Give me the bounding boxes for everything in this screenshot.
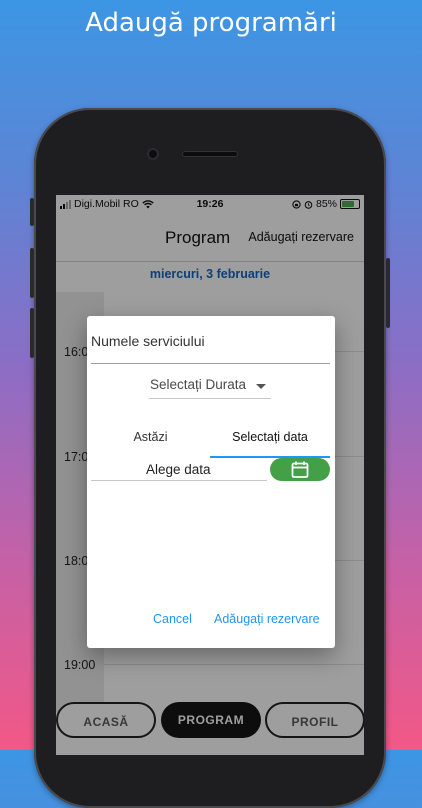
- duration-dropdown[interactable]: Selectați Durata: [149, 374, 271, 399]
- calendar-button[interactable]: [270, 458, 330, 481]
- calendar-icon: [291, 461, 309, 478]
- cancel-button[interactable]: Cancel: [153, 612, 192, 626]
- earpiece-speaker: [182, 151, 238, 157]
- dropdown-caret-icon: [256, 384, 266, 389]
- service-name-input[interactable]: Numele serviciului: [91, 330, 330, 364]
- front-camera: [147, 148, 159, 160]
- volume-down-button: [30, 308, 34, 358]
- promo-title: Adaugă programări: [85, 8, 337, 38]
- power-button: [386, 258, 390, 328]
- mute-switch: [30, 198, 34, 226]
- add-reservation-dialog: Numele serviciului Selectați Durata Astă…: [87, 316, 335, 648]
- tab-select-date[interactable]: Selectați data: [210, 424, 330, 458]
- add-reservation-button[interactable]: Adăugați rezervare: [214, 612, 320, 626]
- duration-placeholder: Selectați Durata: [150, 377, 247, 392]
- phone-screen: Digi.Mobil RO 19:26 85% Program Adăugați…: [56, 195, 364, 755]
- date-picker-input[interactable]: Alege data: [91, 457, 267, 481]
- volume-up-button: [30, 248, 34, 298]
- tab-today[interactable]: Astăzi: [91, 424, 210, 458]
